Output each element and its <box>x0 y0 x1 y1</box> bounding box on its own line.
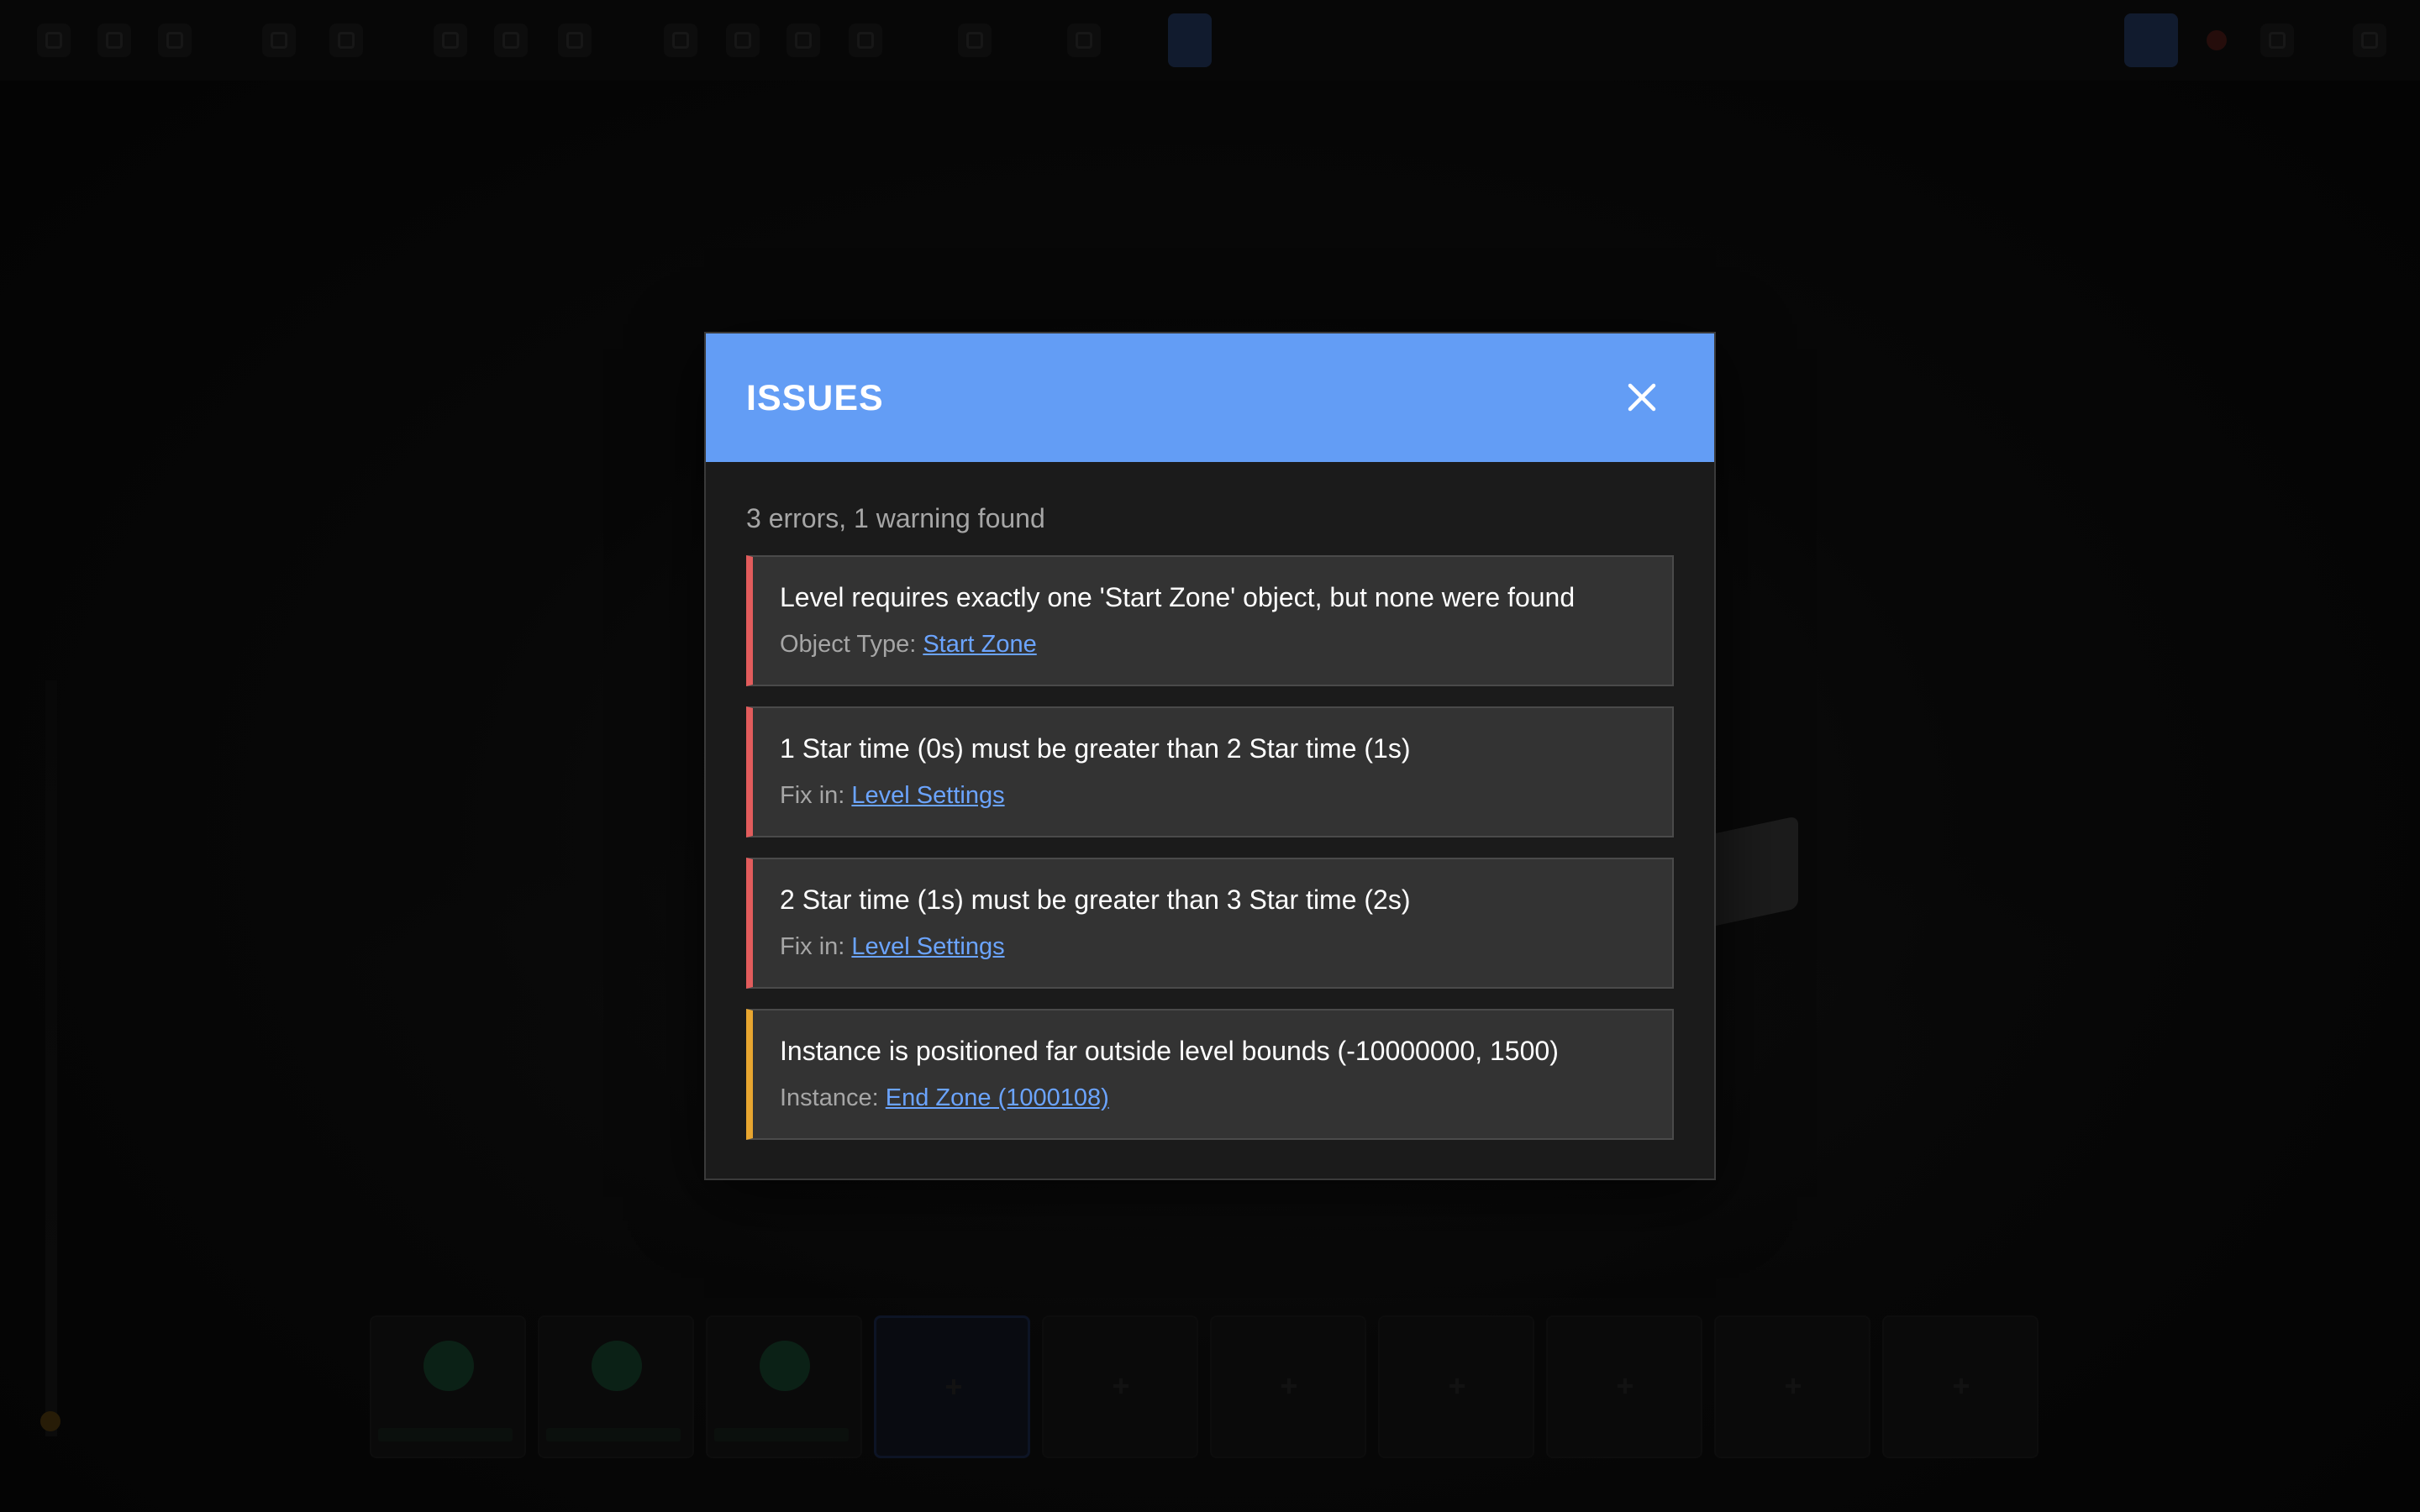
issue-detail: Instance: End Zone (1000108) <box>780 1083 1109 1113</box>
issue-warning: Instance is positioned far outside level… <box>746 1009 1674 1140</box>
end-zone-instance-link[interactable]: End Zone (1000108) <box>886 1084 1109 1111</box>
issue-message: 2 Star time (1s) must be greater than 3 … <box>780 885 1411 915</box>
issue-detail-label: Fix in: <box>780 782 852 809</box>
issue-error: 1 Star time (0s) must be greater than 2 … <box>746 706 1674 837</box>
issue-detail-label: Instance: <box>780 1084 886 1111</box>
issues-dialog: ISSUES 3 errors, 1 warning found Level r… <box>704 332 1716 1180</box>
issue-message: Level requires exactly one 'Start Zone' … <box>780 582 1576 612</box>
level-settings-link[interactable]: Level Settings <box>851 933 1004 960</box>
issues-summary: 3 errors, 1 warning found <box>746 503 1045 533</box>
start-zone-link[interactable]: Start Zone <box>923 631 1036 658</box>
close-icon <box>1628 383 1656 412</box>
close-button[interactable] <box>1620 375 1664 419</box>
issue-detail: Object Type: Start Zone <box>780 629 1037 659</box>
issue-error: Level requires exactly one 'Start Zone' … <box>746 555 1674 686</box>
issue-error: 2 Star time (1s) must be greater than 3 … <box>746 858 1674 989</box>
level-editor: ISSUES 3 errors, 1 warning found Level r… <box>0 0 2420 1512</box>
issue-detail-label: Object Type: <box>780 631 923 658</box>
dialog-title: ISSUES <box>746 378 884 418</box>
issue-message: 1 Star time (0s) must be greater than 2 … <box>780 733 1411 764</box>
issue-detail-label: Fix in: <box>780 933 852 960</box>
issue-detail: Fix in: Level Settings <box>780 780 1005 811</box>
dialog-header: ISSUES <box>706 333 1714 462</box>
issue-list: Level requires exactly one 'Start Zone' … <box>746 555 1674 1160</box>
level-settings-link[interactable]: Level Settings <box>851 782 1004 809</box>
issue-message: Instance is positioned far outside level… <box>780 1036 1559 1066</box>
issue-detail: Fix in: Level Settings <box>780 932 1005 962</box>
